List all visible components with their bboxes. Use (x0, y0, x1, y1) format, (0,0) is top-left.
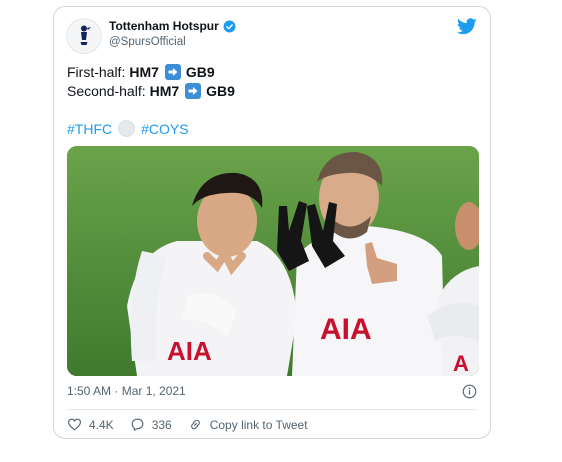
line-from: HM7 (149, 83, 180, 99)
tweet-line-second-half: Second-half: HM7 GB9 (67, 83, 235, 99)
right-arrow-icon (185, 83, 202, 99)
reply-count: 336 (151, 417, 172, 432)
author-name[interactable]: Tottenham Hotspur (109, 19, 219, 33)
info-icon[interactable] (462, 384, 477, 399)
photo-players-celebrating: AIA AIA A (67, 146, 479, 376)
shirt-text-left: AIA (167, 336, 212, 366)
tweet-actions: 4.4K 336 Copy link to Tweet (67, 417, 324, 432)
soccer-ball-icon (118, 120, 136, 137)
line-to: GB9 (206, 83, 235, 99)
tweet-photo[interactable]: AIA AIA A (67, 146, 479, 376)
twitter-bird-icon[interactable] (457, 18, 477, 35)
right-arrow-icon (164, 64, 181, 80)
tweet-timestamp[interactable]: 1:50 AM · Mar 1, 2021 (67, 384, 186, 398)
like-button[interactable]: 4.4K (67, 417, 114, 432)
heart-icon (67, 418, 82, 431)
spurs-crest-icon (80, 25, 91, 45)
line-label: Second-half: (67, 83, 146, 99)
tweet-line-first-half: First-half: HM7 GB9 (67, 64, 215, 80)
line-to: GB9 (185, 64, 215, 80)
shirt-text-far-right: A (453, 351, 469, 376)
shirt-text-right: AIA (320, 313, 372, 346)
avatar[interactable] (66, 18, 102, 54)
verified-badge-icon (223, 20, 236, 32)
copy-link-button[interactable]: Copy link to Tweet (188, 417, 308, 432)
reply-button[interactable]: 336 (130, 417, 172, 432)
line-from: HM7 (129, 64, 159, 80)
link-icon (190, 419, 200, 430)
hashtags: #THFC #COYS (67, 120, 189, 137)
hashtag-coys[interactable]: #COYS (141, 121, 188, 137)
author-handle[interactable]: @SpursOfficial (109, 36, 186, 48)
author-row[interactable]: Tottenham Hotspur (109, 19, 236, 33)
hashtag-thfc[interactable]: #THFC (67, 121, 112, 137)
like-count: 4.4K (89, 417, 114, 432)
line-label: First-half: (67, 64, 126, 80)
copy-link-label: Copy link to Tweet (209, 417, 308, 432)
reply-icon (131, 418, 144, 431)
divider (67, 409, 477, 410)
tweet-card[interactable]: Tottenham Hotspur @SpursOfficial First-h… (53, 6, 491, 439)
